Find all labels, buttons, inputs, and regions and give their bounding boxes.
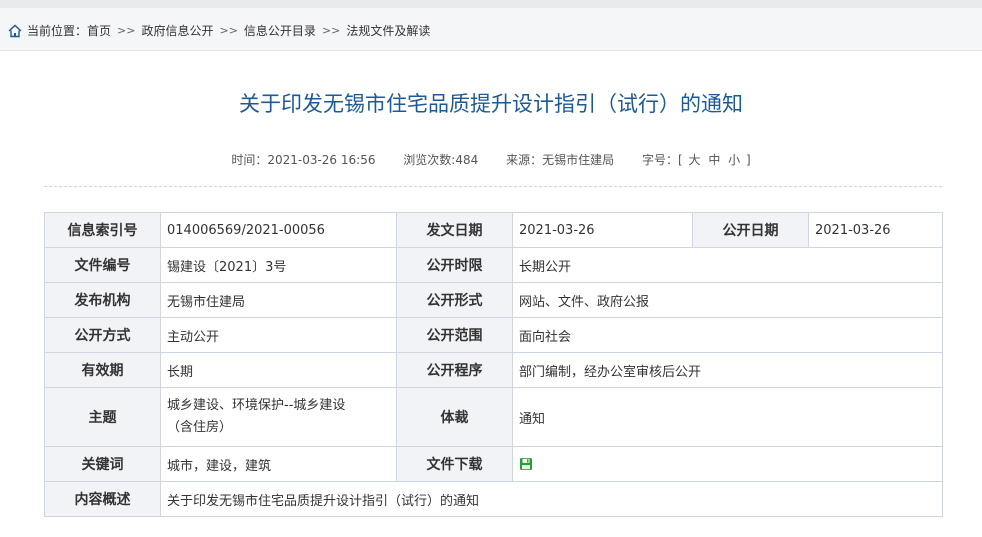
method-label: 公开方式 xyxy=(44,317,161,353)
method-value: 主动公开 xyxy=(160,317,397,353)
time-limit-label: 公开时限 xyxy=(396,247,513,283)
breadcrumb-home[interactable]: 首页 xyxy=(87,22,111,39)
font-size-label: 字号： xyxy=(641,153,678,167)
publisher-label: 发布机构 xyxy=(44,282,161,318)
breadcrumb-separator: >> xyxy=(219,24,238,37)
font-size-open-bracket: [ xyxy=(677,153,683,167)
home-icon xyxy=(8,24,22,37)
article-meta: 时间：2021-03-26 16:56 浏览次数:484 来源：无锡市住建局 字… xyxy=(0,151,982,168)
breadcrumb-bar: 当前位置： 首页 >> 政府信息公开 >> 信息公开目录 >> 法规文件及解读 xyxy=(0,8,982,51)
breadcrumb-separator: >> xyxy=(321,24,341,37)
divider xyxy=(44,186,942,187)
time-limit-value: 长期公开 xyxy=(512,247,943,283)
breadcrumb-prefix: 当前位置： xyxy=(27,24,88,38)
breadcrumb-info-catalog[interactable]: 信息公开目录 xyxy=(244,22,316,39)
table-row: 内容概述 关于印发无锡市住宅品质提升设计指引（试行）的通知 xyxy=(44,481,943,517)
validity-label: 有效期 xyxy=(44,352,161,388)
table-row: 公开方式 主动公开 公开范围 面向社会 xyxy=(44,317,943,353)
save-disk-icon[interactable] xyxy=(519,457,533,471)
top-strip xyxy=(0,0,982,8)
page-title: 关于印发无锡市住宅品质提升设计指引（试行）的通知 xyxy=(239,92,743,116)
source: 来源：无锡市住建局 xyxy=(506,153,618,167)
topic-value-line1: 城乡建设、环境保护--城乡建设 xyxy=(167,398,346,413)
table-row: 关键词 城市，建设，建筑 文件下载 xyxy=(44,446,943,482)
table-row: 有效期 长期 公开程序 部门编制，经办公室审核后公开 xyxy=(44,352,943,388)
download-label: 文件下载 xyxy=(396,446,513,482)
font-size-large-link[interactable]: 大 xyxy=(688,153,700,167)
source-label: 来源： xyxy=(506,153,543,167)
doc-no-label: 文件编号 xyxy=(44,247,161,283)
topic-label: 主题 xyxy=(44,387,161,447)
genre-value: 通知 xyxy=(512,387,943,447)
keywords-value: 城市，建设，建筑 xyxy=(160,446,397,482)
font-size-medium-link[interactable]: 中 xyxy=(708,153,720,167)
view-count-label: 浏览次数: xyxy=(403,153,456,167)
table-row: 文件编号 锡建设〔2021〕3号 公开时限 长期公开 xyxy=(44,247,943,283)
scope-value: 面向社会 xyxy=(512,317,943,353)
view-count: 浏览次数:484 xyxy=(403,153,482,167)
doc-no-value: 锡建设〔2021〕3号 xyxy=(160,247,397,283)
publish-time-value: 2021-03-26 16:56 xyxy=(267,153,376,167)
issue-date-value: 2021-03-26 xyxy=(512,212,693,248)
genre-label: 体裁 xyxy=(396,387,513,447)
summary-label: 内容概述 xyxy=(44,481,161,517)
issue-date-label: 发文日期 xyxy=(396,212,513,248)
publisher-value: 无锡市住建局 xyxy=(160,282,397,318)
breadcrumb-gov-info[interactable]: 政府信息公开 xyxy=(141,22,213,39)
publish-time-label: 时间： xyxy=(231,153,268,167)
summary-value: 关于印发无锡市住宅品质提升设计指引（试行）的通知 xyxy=(160,481,943,517)
view-count-value: 484 xyxy=(455,153,479,167)
info-table: 信息索引号 014006569/2021-00056 发文日期 2021-03-… xyxy=(44,212,943,517)
validity-value: 长期 xyxy=(160,352,397,388)
procedure-label: 公开程序 xyxy=(396,352,513,388)
index-value: 014006569/2021-00056 xyxy=(160,212,397,248)
scope-label: 公开范围 xyxy=(396,317,513,353)
breadcrumb-separator: >> xyxy=(117,24,136,37)
index-label: 信息索引号 xyxy=(44,212,161,248)
font-size-close-bracket: ] xyxy=(746,153,751,167)
publish-time: 时间：2021-03-26 16:56 xyxy=(231,153,379,167)
font-size-control: 字号：[ 大 中 小 ] xyxy=(642,153,751,167)
breadcrumb-regulations[interactable]: 法规文件及解读 xyxy=(346,22,430,39)
breadcrumb: 当前位置： 首页 >> 政府信息公开 >> 信息公开目录 >> 法规文件及解读 xyxy=(8,22,430,39)
public-date-label: 公开日期 xyxy=(692,212,809,248)
table-row: 发布机构 无锡市住建局 公开形式 网站、文件、政府公报 xyxy=(44,282,943,318)
table-row: 主题 城乡建设、环境保护--城乡建设 （含住房） 体裁 通知 xyxy=(44,387,943,447)
form-label: 公开形式 xyxy=(396,282,513,318)
keywords-label: 关键词 xyxy=(44,446,161,482)
procedure-value: 部门编制，经办公室审核后公开 xyxy=(512,352,943,388)
topic-value-line2: （含住房） xyxy=(167,420,233,435)
table-row: 信息索引号 014006569/2021-00056 发文日期 2021-03-… xyxy=(44,212,943,248)
download-cell xyxy=(512,446,943,482)
public-date-value: 2021-03-26 xyxy=(808,212,943,248)
form-value: 网站、文件、政府公报 xyxy=(512,282,943,318)
topic-value: 城乡建设、环境保护--城乡建设 （含住房） xyxy=(160,387,397,447)
font-size-small-link[interactable]: 小 xyxy=(728,153,740,167)
source-value: 无锡市住建局 xyxy=(542,153,615,167)
